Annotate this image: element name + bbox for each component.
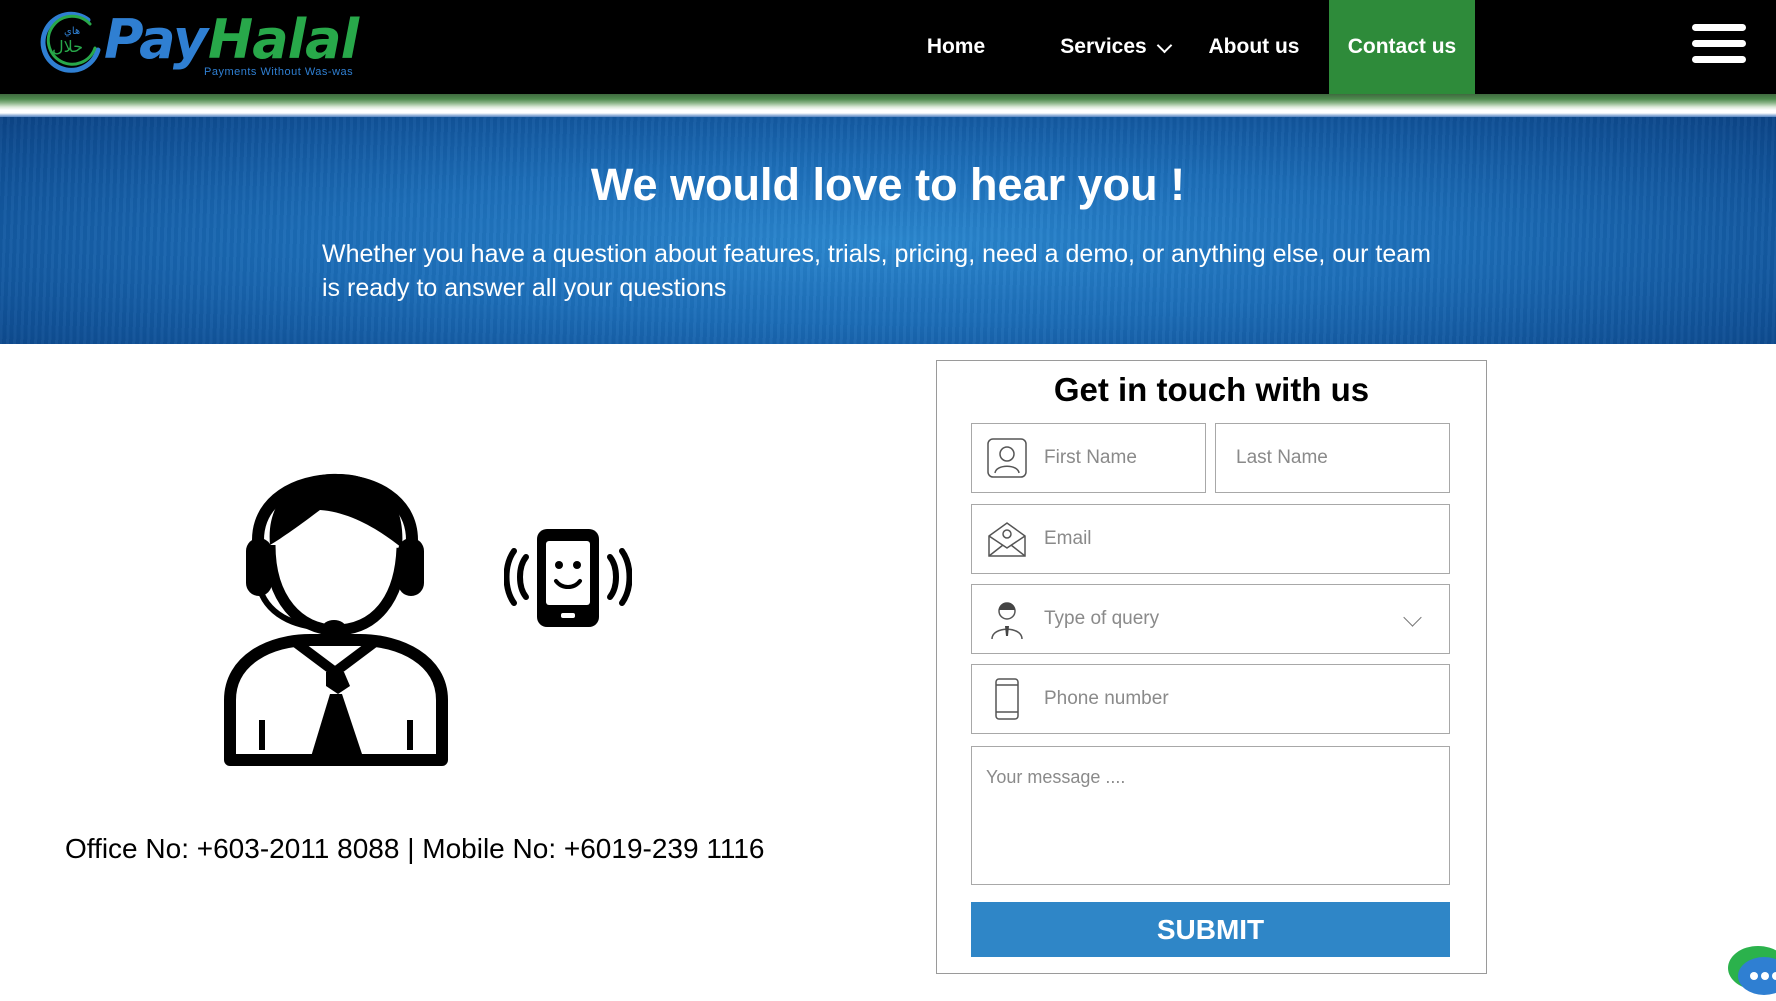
menu-icon[interactable] [1692, 24, 1746, 64]
chevron-down-icon [1403, 608, 1422, 627]
hero-banner: We would love to hear you ! Whether you … [0, 117, 1776, 344]
first-name-placeholder: First Name [1044, 447, 1137, 468]
nav-contact-us-label: Contact us [1347, 35, 1457, 58]
email-input[interactable]: Email [971, 504, 1450, 574]
chevron-down-icon [1156, 37, 1172, 53]
message-placeholder: Your message .... [986, 767, 1126, 787]
contact-numbers: Office No: +603-2011 8088 | Mobile No: +… [65, 833, 765, 864]
nav-services[interactable]: Services [1040, 0, 1190, 94]
support-agent-icon [224, 473, 448, 766]
email-placeholder: Email [1044, 528, 1092, 549]
phone-number-placeholder: Phone number [1044, 688, 1169, 709]
chat-icon[interactable] [1728, 944, 1776, 1001]
query-type-placeholder: Type of query [1044, 608, 1160, 629]
nav-about-us[interactable]: About us [1196, 0, 1312, 94]
nav-about-us-label: About us [1208, 35, 1300, 58]
logo-text-halal: Halal [208, 8, 359, 71]
last-name-placeholder: Last Name [1236, 447, 1328, 468]
site-header: حلال هاي Pay Halal Payments Without Was-… [0, 0, 1776, 94]
hero-subtitle: Whether you have a question about featur… [322, 240, 1431, 302]
logo-text-pay: Pay [104, 8, 208, 71]
nav-home[interactable]: Home [906, 0, 1006, 94]
svg-text:حلال: حلال [52, 37, 83, 56]
contact-form: Get in touch with us First Name Last Nam… [936, 360, 1487, 974]
agent-icon [991, 602, 1023, 640]
nav-home-label: Home [926, 35, 986, 58]
query-type-select[interactable]: Type of query [971, 584, 1450, 654]
logo-crescent-icon: حلال هاي [40, 11, 101, 73]
first-name-input[interactable]: First Name [971, 423, 1206, 493]
last-name-input[interactable]: Last Name [1215, 423, 1450, 493]
nav-services-label: Services [1060, 35, 1147, 58]
hero-title: We would love to hear you ! [590, 159, 1186, 210]
mobile-phone-icon [504, 529, 632, 627]
header-divider-stripe [0, 94, 1776, 118]
phone-icon [995, 678, 1019, 720]
logo-tagline: Payments Without Was-was [204, 66, 354, 78]
message-textarea[interactable]: Your message .... [971, 746, 1450, 885]
submit-button[interactable]: SUBMIT [971, 902, 1450, 957]
payhalal-logo[interactable]: حلال هاي Pay Halal Payments Without Was-… [38, 6, 368, 86]
phone-number-input[interactable]: Phone number [971, 664, 1450, 734]
email-icon [988, 522, 1026, 557]
form-title: Get in touch with us [1053, 371, 1370, 408]
svg-text:هاي: هاي [64, 26, 80, 37]
user-icon [987, 438, 1027, 478]
nav-contact-us[interactable]: Contact us [1329, 0, 1475, 94]
